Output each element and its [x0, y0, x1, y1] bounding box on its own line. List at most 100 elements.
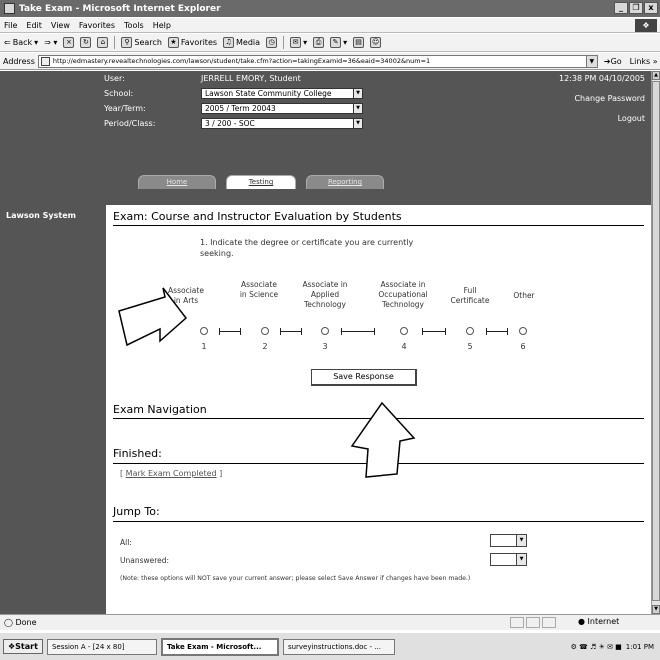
search-button[interactable]: ⚲ Search: [121, 37, 162, 48]
option-radio-6[interactable]: [519, 327, 527, 335]
option-number: 2: [262, 342, 268, 351]
user-value: JERRELL EMORY, Student: [201, 74, 301, 83]
class-select[interactable]: 3 / 200 - SOC ▼: [201, 118, 363, 129]
stop-icon[interactable]: ×: [63, 37, 75, 48]
toolbar-separator: [114, 36, 116, 49]
restore-button[interactable]: ❐: [629, 2, 643, 14]
address-input[interactable]: http://edmastery.revealtechnologies.com/…: [37, 54, 598, 68]
menu-tools[interactable]: Tools: [124, 21, 144, 30]
discuss-icon[interactable]: ▤: [353, 37, 365, 48]
tab-home[interactable]: Home: [138, 175, 216, 189]
clock: 1:01 PM: [625, 642, 654, 651]
tab-testing[interactable]: Testing: [226, 175, 296, 189]
chevron-down-icon: ▼: [516, 554, 526, 565]
mail-icon: ✉: [290, 37, 302, 48]
mail-button[interactable]: ✉ ▾: [290, 37, 307, 48]
menu-edit[interactable]: Edit: [26, 21, 42, 30]
messenger-icon[interactable]: ☺: [370, 37, 382, 48]
exam-title: Exam: Course and Instructor Evaluation b…: [113, 210, 402, 223]
left-sidebar: Lawson System: [0, 205, 106, 614]
taskbar-item-survey-doc[interactable]: surveyinstructions.doc - ...: [282, 638, 395, 655]
term-select[interactable]: 2005 / Term 20043 ▼: [201, 103, 363, 114]
menu-file[interactable]: File: [4, 21, 17, 30]
edit-button[interactable]: ✎ ▾: [330, 37, 347, 48]
window-title: Take Exam - Microsoft Internet Explorer: [19, 3, 221, 14]
school-select[interactable]: Lawson State Community College ▼: [201, 88, 363, 99]
status-bar: ◯ Done ● Internet: [0, 614, 660, 630]
option-label: Associate in Science: [239, 280, 279, 299]
page-content: User: JERRELL EMORY, Student School: Law…: [0, 71, 651, 614]
jump-to-title: Jump To:: [113, 505, 160, 518]
chevron-down-icon: ▼: [353, 119, 362, 128]
logout-link[interactable]: Logout: [618, 114, 645, 123]
option-label: Associate in Arts: [168, 286, 204, 305]
system-name: Lawson System: [6, 211, 76, 220]
globe-icon: ●: [578, 617, 588, 626]
option-label: Associate in Occupational Technology: [378, 280, 428, 309]
address-url: http://edmastery.revealtechnologies.com/…: [52, 56, 431, 65]
vertical-scrollbar[interactable]: ▲ ▼: [651, 71, 660, 614]
minimize-button[interactable]: _: [614, 2, 628, 14]
datetime: 12:38 PM 04/10/2005: [559, 74, 645, 83]
change-password-link[interactable]: Change Password: [574, 94, 645, 103]
forward-button[interactable]: ⇒ ▾: [44, 38, 57, 47]
tab-reporting[interactable]: Reporting: [306, 175, 384, 189]
scroll-down-icon[interactable]: ▼: [652, 605, 660, 614]
security-zone: ● Internet: [578, 617, 620, 626]
tray-icons: ⚙ ☎ ♬ ☀ ✉ ■: [570, 642, 622, 651]
window-titlebar: Take Exam - Microsoft Internet Explorer …: [0, 0, 660, 17]
home-icon[interactable]: ⌂: [97, 37, 109, 48]
option-radio-1[interactable]: [200, 327, 208, 335]
back-button[interactable]: ⇐ Back ▾: [4, 38, 38, 47]
chevron-down-icon: ▼: [353, 89, 362, 98]
jump-unanswered-label: Unanswered:: [120, 556, 170, 565]
scale-connector: [486, 328, 508, 335]
start-button[interactable]: ❖Start: [3, 639, 43, 654]
jump-all-select[interactable]: ▼: [490, 534, 527, 547]
go-button[interactable]: ➔Go: [604, 57, 622, 66]
browser-toolbar: ⇐ Back ▾ ⇒ ▾ × ↻ ⌂ ⚲ Search ★ Favorites ♫ Me…: [0, 34, 660, 52]
search-icon: ⚲: [121, 37, 133, 48]
links-button[interactable]: Links »: [630, 57, 658, 66]
chevron-down-icon: ▼: [353, 104, 362, 113]
option-label: Full Certificate: [450, 286, 490, 305]
history-icon[interactable]: ◷: [266, 37, 278, 48]
mark-completed-wrap: [ Mark Exam Completed ]: [120, 469, 223, 478]
mark-exam-completed-link[interactable]: Mark Exam Completed: [126, 469, 217, 478]
menu-view[interactable]: View: [51, 21, 70, 30]
status-cell: [526, 617, 540, 628]
taskbar-item-session[interactable]: Session A - [24 x 80]: [46, 638, 157, 655]
scroll-up-icon[interactable]: ▲: [652, 71, 660, 80]
term-label: Year/Term:: [104, 104, 146, 113]
system-tray: ⚙ ☎ ♬ ☀ ✉ ■ 1:01 PM: [571, 643, 660, 651]
finished-title: Finished:: [113, 447, 162, 460]
go-arrow-icon: ➔: [603, 56, 611, 66]
menu-favorites[interactable]: Favorites: [79, 21, 115, 30]
option-radio-2[interactable]: [261, 327, 269, 335]
address-bar: Address http://edmastery.revealtechnolog…: [0, 53, 660, 70]
status-text: Done: [15, 618, 37, 627]
option-number: 3: [322, 342, 328, 351]
option-number: 1: [201, 342, 207, 351]
chevron-down-icon: ▼: [516, 535, 526, 546]
menu-help[interactable]: Help: [153, 21, 171, 30]
site-header: User: JERRELL EMORY, Student School: Law…: [0, 71, 651, 205]
save-response-button[interactable]: Save Response: [311, 369, 417, 386]
favorites-button[interactable]: ★ Favorites: [167, 37, 217, 48]
navigation-note: (Note: these options will NOT save your …: [120, 575, 471, 582]
address-dropdown-icon[interactable]: ▼: [585, 55, 597, 67]
option-radio-3[interactable]: [321, 327, 329, 335]
option-radio-4[interactable]: [400, 327, 408, 335]
refresh-icon[interactable]: ↻: [80, 37, 92, 48]
print-icon[interactable]: ⎙: [313, 37, 325, 48]
option-radio-5[interactable]: [466, 327, 474, 335]
exam-panel: Exam: Course and Instructor Evaluation b…: [106, 205, 651, 614]
scroll-thumb[interactable]: [652, 81, 660, 601]
close-button[interactable]: x: [644, 2, 658, 14]
exam-navigation-title: Exam Navigation: [113, 403, 207, 416]
taskbar-item-take-exam[interactable]: Take Exam - Microsoft...: [160, 637, 279, 656]
school-label: School:: [104, 89, 134, 98]
menu-bar: File Edit View Favorites Tools Help ❖: [0, 18, 660, 33]
jump-unanswered-select[interactable]: ▼: [490, 553, 527, 566]
media-button[interactable]: ♫ Media: [223, 37, 260, 48]
